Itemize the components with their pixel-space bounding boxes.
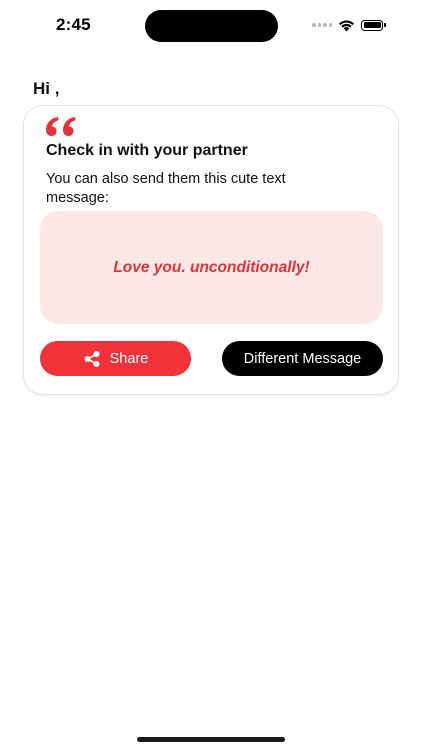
card-subtitle: You can also send them this cute text me…: [46, 171, 286, 206]
share-button[interactable]: Share: [40, 341, 191, 376]
card-title: Check in with your partner: [46, 142, 248, 159]
wifi-icon: [338, 19, 355, 32]
status-icons: [312, 17, 386, 33]
message-text: Love you. unconditionally!: [113, 258, 310, 276]
different-message-button[interactable]: Different Message: [222, 341, 383, 376]
quote-icon: [44, 115, 78, 137]
check-in-card: Check in with your partner You can also …: [23, 105, 399, 395]
home-indicator[interactable]: [137, 737, 285, 742]
battery-icon: [361, 19, 386, 31]
share-button-label: Share: [109, 350, 149, 367]
message-box: Love you. unconditionally!: [40, 211, 383, 324]
share-icon: [83, 350, 101, 368]
different-message-button-label: Different Message: [243, 350, 362, 367]
cellular-signal-icon: [312, 23, 332, 27]
status-time: 2:45: [56, 15, 91, 34]
greeting-text: Hi ,: [33, 79, 60, 98]
dynamic-island: [145, 10, 278, 42]
status-bar: 2:45: [0, 0, 422, 54]
